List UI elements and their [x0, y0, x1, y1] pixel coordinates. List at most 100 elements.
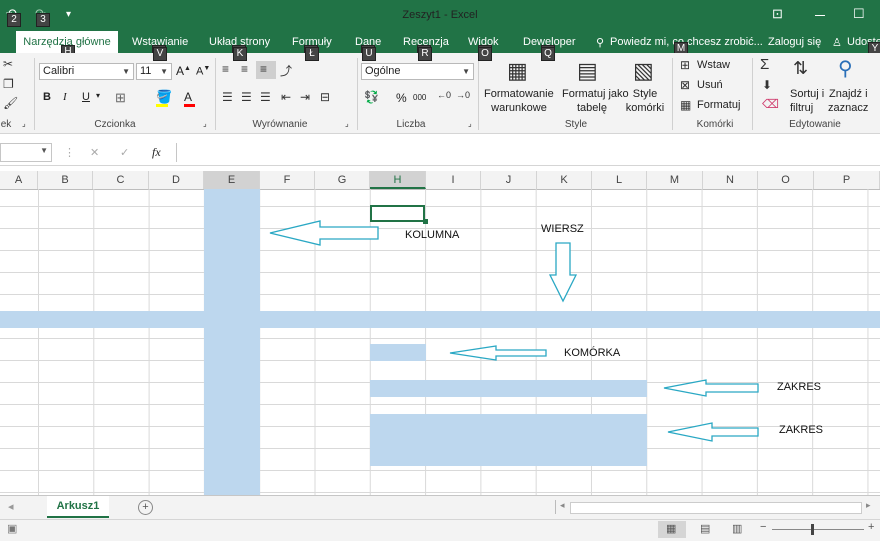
font-name-select[interactable]: Calibri ▼	[39, 63, 134, 80]
column-header-g[interactable]: G	[315, 171, 370, 189]
sheet-tab-arkusz1[interactable]: Arkusz1	[47, 496, 109, 518]
increase-decimal-icon[interactable]: ←0	[437, 90, 451, 100]
align-middle-icon[interactable]: ≡	[241, 62, 248, 76]
alignment-launcher-icon[interactable]: ⌟	[345, 119, 349, 128]
format-cells-button[interactable]: Formatuj	[697, 99, 740, 111]
delete-cells-button[interactable]: Usuń	[697, 79, 723, 91]
ribbon-display-icon[interactable]: ⊡	[772, 6, 783, 22]
align-top-icon[interactable]: ≡	[222, 62, 229, 76]
column-header-f[interactable]: F	[260, 171, 315, 189]
column-header-l[interactable]: L	[592, 171, 647, 189]
separator	[34, 58, 35, 130]
cell-styles-icon[interactable]: ▧	[633, 58, 654, 84]
column-header-h[interactable]: H	[370, 171, 426, 189]
group-label-font: Czcionka	[94, 119, 136, 130]
copy-icon[interactable]: ❐	[3, 77, 14, 91]
keytip-number2: R	[418, 47, 432, 61]
column-header-a[interactable]: A	[0, 171, 38, 189]
group-label-alignment: Wyrównanie	[252, 119, 308, 130]
maximize-icon[interactable]: ☐	[853, 6, 865, 22]
font-color-swatch	[184, 104, 195, 107]
formula-input[interactable]	[176, 143, 880, 162]
number-format-select[interactable]: Ogólne ▼	[361, 63, 474, 80]
tab-splitter[interactable]	[555, 500, 556, 514]
underline-icon[interactable]: U	[82, 91, 90, 103]
insert-function-button[interactable]: fx	[152, 145, 161, 160]
column-header-k[interactable]: K	[537, 171, 592, 189]
sort-filter-icon[interactable]: ⇅	[793, 58, 808, 79]
clipboard-launcher-icon[interactable]: ⌟	[22, 119, 26, 128]
cancel-icon[interactable]: ✕	[90, 146, 99, 159]
column-header-b[interactable]: B	[38, 171, 93, 189]
column-header-i[interactable]: I	[426, 171, 481, 189]
merge-center-icon[interactable]: ⊟	[320, 90, 330, 104]
column-header-m[interactable]: M	[647, 171, 703, 189]
column-header-p[interactable]: P	[814, 171, 880, 189]
shrink-font-icon[interactable]: A▼	[196, 65, 210, 78]
fill-icon[interactable]: ⬇	[762, 78, 772, 92]
sign-in-link[interactable]: Zaloguj się	[768, 36, 821, 48]
decrease-indent-icon[interactable]: ⇤	[281, 90, 291, 104]
page-layout-view-icon[interactable]: ▤	[700, 522, 710, 535]
align-left-icon[interactable]: ☰	[222, 90, 233, 104]
column-header-n[interactable]: N	[703, 171, 758, 189]
separator	[215, 58, 216, 130]
font-launcher-icon[interactable]: ⌟	[203, 119, 207, 128]
align-right-icon[interactable]: ☰	[260, 90, 271, 104]
arrow-zakres-2	[667, 422, 759, 442]
column-header-e[interactable]: E	[204, 171, 260, 189]
italic-icon[interactable]: I	[63, 91, 67, 103]
label-wiersz: WIERSZ	[541, 223, 584, 235]
format-as-table-icon[interactable]: ▤	[577, 58, 598, 84]
find-select-label-2: zaznacz	[828, 102, 869, 114]
grow-font-icon[interactable]: A▲	[176, 64, 191, 78]
format-painter-icon[interactable]: 🖌	[3, 96, 18, 110]
clear-icon[interactable]: ⌫	[762, 97, 779, 111]
insert-cells-button[interactable]: Wstaw	[697, 59, 730, 71]
font-size-select[interactable]: 11 ▼	[136, 63, 172, 80]
zoom-slider-thumb[interactable]	[811, 524, 814, 535]
conditional-formatting-button[interactable]: Formatowanie	[484, 88, 554, 100]
fill-color-icon[interactable]: 🪣	[156, 89, 172, 105]
number-launcher-icon[interactable]: ⌟	[468, 119, 472, 128]
scroll-right-icon[interactable]: ▸	[866, 500, 871, 511]
zoom-in-icon[interactable]: +	[868, 521, 874, 533]
cell-styles-button[interactable]: Style	[624, 88, 666, 100]
enter-icon[interactable]: ✓	[120, 146, 129, 159]
column-header-j[interactable]: J	[481, 171, 537, 189]
align-center-icon[interactable]: ☰	[241, 90, 252, 104]
search-icon[interactable]: ⚲	[838, 56, 853, 81]
increase-indent-icon[interactable]: ⇥	[300, 90, 310, 104]
autosum-icon[interactable]: Σ	[760, 56, 769, 73]
column-header-d[interactable]: D	[149, 171, 204, 189]
keytip-number: U	[362, 47, 376, 61]
conditional-formatting-icon[interactable]: ▦	[507, 58, 528, 84]
bold-icon[interactable]: B	[43, 91, 51, 103]
find-select-button[interactable]: Znajdź i	[829, 88, 868, 100]
underline-dropdown-icon[interactable]: ▾	[96, 91, 100, 100]
borders-icon[interactable]: ⊞	[115, 90, 126, 106]
scroll-left-icon[interactable]: ◂	[560, 500, 565, 511]
orientation-icon[interactable]: ⤴	[280, 62, 292, 79]
macro-record-icon[interactable]: ▣	[7, 522, 17, 535]
column-header-c[interactable]: C	[93, 171, 149, 189]
separator	[478, 58, 479, 130]
page-break-view-icon[interactable]: ▥	[732, 522, 742, 535]
percent-button[interactable]: %	[396, 91, 407, 105]
zoom-out-icon[interactable]: −	[760, 521, 766, 533]
zoom-slider[interactable]	[772, 529, 864, 530]
accounting-format-icon[interactable]: 💱	[364, 90, 379, 104]
horizontal-scrollbar[interactable]	[570, 502, 862, 514]
add-sheet-button[interactable]: +	[138, 500, 153, 515]
cut-icon[interactable]: ✂	[3, 57, 13, 71]
minimize-icon[interactable]	[815, 15, 825, 16]
name-box[interactable]: ▼	[0, 143, 52, 162]
font-color-icon[interactable]: A	[184, 90, 192, 104]
decrease-decimal-icon[interactable]: →0	[456, 90, 470, 100]
sort-filter-button[interactable]: Sortuj i	[790, 88, 824, 100]
scroll-sheets-icon[interactable]: ◂	[8, 500, 14, 513]
format-as-table-button[interactable]: Formatuj jako	[562, 88, 629, 100]
comma-style-button[interactable]: 000	[413, 93, 426, 102]
column-header-o[interactable]: O	[758, 171, 814, 189]
label-zakres-1: ZAKRES	[777, 381, 822, 393]
